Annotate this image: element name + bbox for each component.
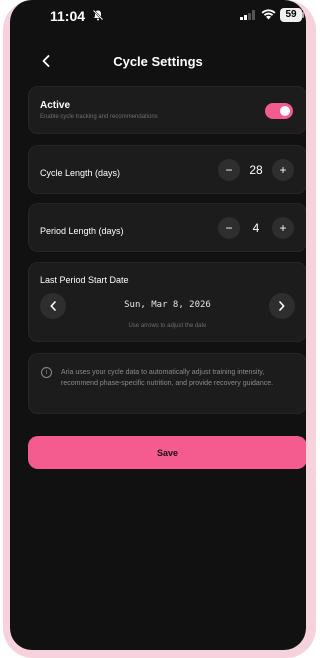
chevron-right-icon: [279, 301, 285, 311]
cycle-length-decrement-button[interactable]: −: [218, 159, 240, 181]
info-icon: i: [41, 367, 52, 378]
signal-icon: [240, 10, 255, 20]
status-bar: 11:04 59: [10, 0, 306, 30]
toggle-knob: [280, 106, 290, 116]
battery-indicator: 59: [280, 8, 302, 22]
period-length-increment-button[interactable]: +: [272, 217, 294, 239]
cycle-length-value: 28: [249, 163, 263, 177]
cycle-length-card: Cycle Length (days) − 28 +: [28, 145, 306, 194]
battery-nub: [302, 12, 304, 18]
cycle-length-label: Cycle Length (days): [40, 168, 121, 178]
last-period-card: Last Period Start Date Sun, Mar 8, 2026 …: [28, 262, 306, 342]
last-period-label: Last Period Start Date: [40, 275, 129, 285]
last-period-date: Sun, Mar 8, 2026: [124, 300, 211, 310]
period-length-value: 4: [252, 221, 260, 235]
app-screen: 11:04 59 Cycle Settings Active Enable cy…: [10, 0, 306, 650]
date-hint: Use arrows to adjust the date: [128, 323, 207, 329]
period-length-card: Period Length (days) − 4 +: [28, 203, 306, 252]
page-title: Cycle Settings: [113, 54, 203, 69]
active-label: Active: [40, 100, 71, 111]
period-length-stepper: − 4 +: [218, 217, 294, 239]
info-text: Aria uses your cycle data to automatical…: [61, 369, 274, 387]
active-toggle[interactable]: [265, 103, 293, 119]
period-length-label: Period Length (days): [40, 226, 124, 236]
active-description: Enable cycle tracking and recommendation…: [40, 114, 158, 120]
cycle-length-stepper: − 28 +: [218, 159, 294, 181]
save-button[interactable]: Save: [28, 436, 306, 469]
wifi-icon: [261, 9, 276, 20]
period-length-decrement-button[interactable]: −: [218, 217, 240, 239]
date-next-button[interactable]: [269, 293, 295, 319]
cycle-length-increment-button[interactable]: +: [272, 159, 294, 181]
active-card: Active Enable cycle tracking and recomme…: [28, 86, 306, 134]
mute-icon: [92, 9, 104, 21]
info-card: i Aria uses your cycle data to automatic…: [28, 353, 306, 414]
status-time: 11:04: [50, 8, 86, 24]
